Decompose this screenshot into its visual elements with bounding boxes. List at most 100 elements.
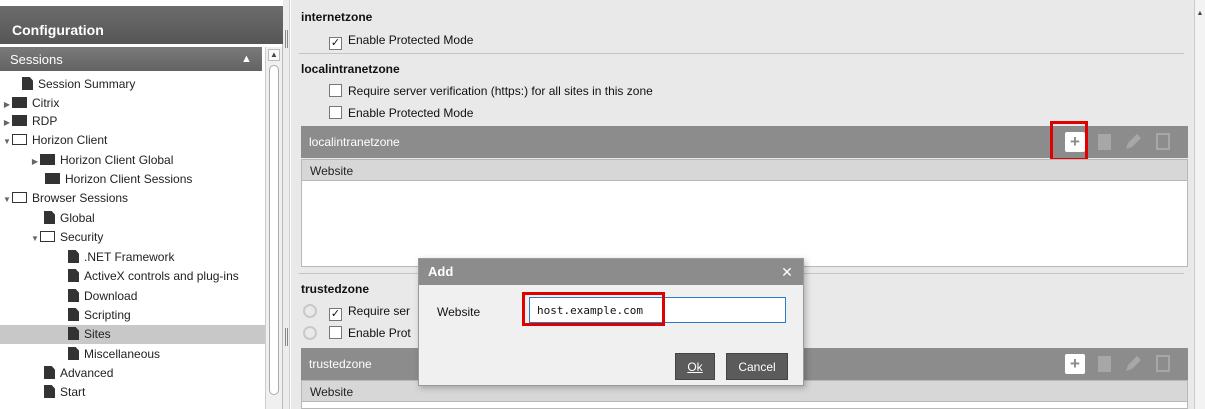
folder-open-icon [40,231,55,242]
localintranetzone-grid-body [301,181,1188,267]
folder-icon [40,154,55,165]
splitter-grip-icon[interactable] [285,30,288,48]
tree-item-label: Miscellaneous [84,347,161,361]
expand-arrow-icon[interactable]: ▶ [30,152,40,171]
tree-item-security[interactable]: ▼ Security [30,228,103,247]
localintranetzone-require-verification-option[interactable]: Require server verification (https:) for… [329,82,653,100]
tree-item-global[interactable]: Global [44,209,95,228]
document-icon [44,366,55,379]
copy-icon[interactable] [1156,355,1170,372]
option-label: Enable Prot [348,326,411,340]
main-scrollbar[interactable]: ▲ [1194,0,1205,409]
tree-item-horizon-client[interactable]: ▼ Horizon Client [2,131,107,150]
add-dialog: Add ✕ Website Ok Cancel [418,258,804,386]
delete-icon[interactable] [1098,134,1111,150]
tree-item-horizon-client-global[interactable]: ▶ Horizon Client Global [30,151,173,170]
tree-item-label: Sites [84,327,111,341]
sessions-label: Sessions [10,52,63,67]
option-label: Require server verification (https:) for… [348,84,653,98]
delete-icon[interactable] [1098,356,1111,372]
tree-item-label: Horizon Client Sessions [65,172,193,186]
folder-open-icon [12,134,27,145]
scroll-up-arrow-icon[interactable]: ▲ [268,49,280,61]
tree-item-scripting[interactable]: Scripting [68,306,131,325]
cancel-button[interactable]: Cancel [726,353,788,380]
expand-arrow-icon[interactable]: ▶ [2,113,12,132]
tree-item-label: Horizon Client [32,133,108,147]
tree-item-activex-controls[interactable]: ActiveX controls and plug-ins [68,267,239,286]
document-icon [68,269,79,282]
tree-item-rdp[interactable]: ▶ RDP [2,112,57,131]
grid-title: trustedzone [309,357,372,371]
splitter-grip-icon[interactable] [285,328,288,346]
reset-icon[interactable] [303,304,317,318]
reset-icon[interactable] [303,326,317,340]
column-header-website[interactable]: Website [310,385,353,399]
folder-icon [12,97,27,108]
panel-splitter[interactable] [283,0,290,409]
checkbox-icon[interactable] [329,84,342,97]
ok-label: Ok [687,360,703,374]
document-icon [68,308,79,321]
dialog-title: Add [428,264,454,279]
tree-item-net-framework[interactable]: .NET Framework [68,248,174,267]
trustedzone-protected-mode-option[interactable]: Enable Prot [329,324,411,342]
dialog-title-bar[interactable]: Add ✕ [419,259,803,285]
collapse-arrow-icon[interactable]: ▲ [241,53,252,65]
folder-icon [12,115,27,126]
document-icon [44,385,55,398]
tree-item-label: Horizon Client Global [60,153,174,167]
checkbox-checked-icon[interactable]: ✓ [329,37,342,50]
tree-item-advanced[interactable]: Advanced [44,364,113,383]
tree-item-label: Browser Sessions [32,191,129,205]
option-label: Enable Protected Mode [348,106,474,120]
collapse-arrow-icon[interactable]: ▼ [2,190,12,209]
scrollbar-thumb[interactable] [269,65,279,395]
scroll-up-arrow-icon[interactable]: ▲ [1196,10,1204,20]
tree-item-session-summary[interactable]: Session Summary [22,75,135,94]
tree-item-label: Advanced [60,366,114,380]
pencil-icon[interactable] [1123,132,1143,152]
copy-icon[interactable] [1156,133,1170,150]
tree-item-label: Global [60,211,95,225]
collapse-arrow-icon[interactable]: ▼ [30,229,40,248]
tree-item-sites[interactable]: Sites [0,325,265,344]
grid-title: localintranetzone [309,135,400,149]
document-icon [68,250,79,263]
localintranetzone-title: localintranetzone [301,62,400,76]
folder-icon [45,173,60,184]
column-header-website[interactable]: Website [310,164,353,178]
checkbox-icon[interactable] [329,326,342,339]
tree-item-label: Download [84,289,138,303]
tree-item-horizon-client-sessions[interactable]: Horizon Client Sessions [45,170,192,189]
configuration-title: Configuration [12,22,104,38]
document-icon [68,347,79,360]
add-icon[interactable]: + [1065,354,1085,374]
tree-item-label: Security [60,230,104,244]
localintranetzone-protected-mode-option[interactable]: Enable Protected Mode [329,104,473,122]
collapse-arrow-icon[interactable]: ▼ [2,132,12,151]
trustedzone-require-verification-option[interactable]: ✓ Require ser [329,302,411,321]
pencil-icon[interactable] [1123,354,1143,374]
sidebar-scrollbar[interactable]: ▲ [265,47,282,409]
checkbox-icon[interactable] [329,106,342,119]
tree-item-miscellaneous[interactable]: Miscellaneous [68,345,160,364]
highlight-website-value [522,292,665,326]
tree-item-label: Start [60,385,86,399]
document-icon [44,211,55,224]
tree-item-download[interactable]: Download [68,287,137,306]
internetzone-title: internetzone [301,10,373,24]
tree-item-label: .NET Framework [84,250,175,264]
tree-item-browser-sessions[interactable]: ▼ Browser Sessions [2,189,128,208]
tree-item-start[interactable]: Start [44,383,85,402]
ok-button[interactable]: Ok [675,353,715,380]
sessions-bar[interactable]: Sessions ▲ [0,47,262,71]
highlight-add-button [1050,121,1088,161]
tree-item-citrix[interactable]: ▶ Citrix [2,94,59,113]
internetzone-protected-mode-option[interactable]: ✓ Enable Protected Mode [329,31,473,50]
checkbox-checked-icon[interactable]: ✓ [329,308,342,321]
tree-item-label: Scripting [84,308,131,322]
close-icon[interactable]: ✕ [778,263,796,281]
option-label: Require ser [348,304,411,318]
configuration-header: Configuration [0,6,283,44]
